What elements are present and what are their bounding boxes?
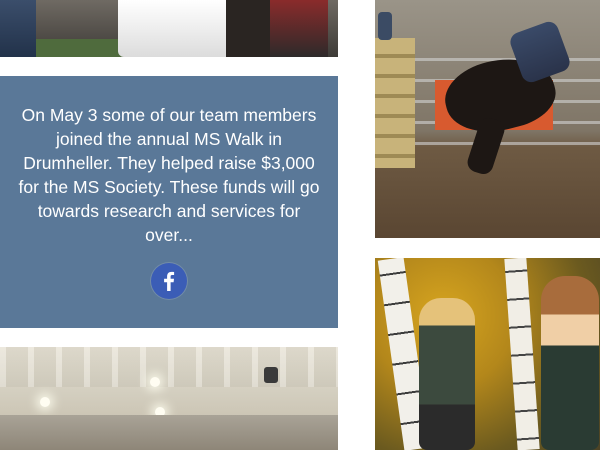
photo-floor [36, 39, 126, 57]
autumn-portrait-photo[interactable] [375, 258, 600, 450]
photo-speaker [264, 367, 278, 383]
facebook-icon [164, 271, 175, 291]
news-card[interactable]: On May 3 some of our team members joined… [0, 76, 338, 328]
photo-banner [0, 415, 338, 450]
rodeo-bronc-photo[interactable] [375, 0, 600, 238]
photo-ceiling [0, 347, 338, 387]
photo-figure [270, 0, 328, 57]
photo-figure [0, 0, 36, 57]
photo-light [150, 377, 160, 387]
photo-spectator [378, 12, 392, 40]
photo-figure [226, 0, 272, 57]
photo-figure [118, 0, 240, 57]
photo-light [40, 397, 50, 407]
facebook-share-button[interactable] [151, 263, 187, 299]
arena-interior-photo[interactable] [0, 347, 338, 450]
team-event-photo[interactable] [0, 0, 338, 57]
photo-birch-tree [504, 258, 540, 450]
photo-woman [541, 276, 599, 450]
photo-girl [419, 298, 475, 450]
news-excerpt: On May 3 some of our team members joined… [18, 105, 320, 245]
photo-chute [375, 38, 415, 168]
